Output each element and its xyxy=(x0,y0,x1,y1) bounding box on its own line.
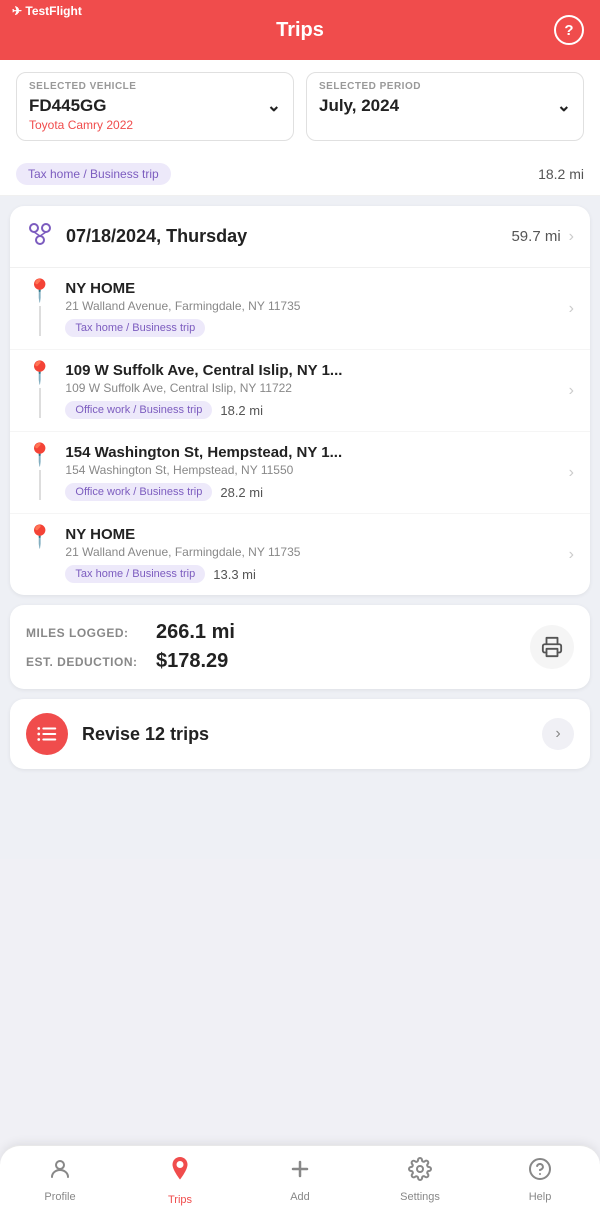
print-button[interactable] xyxy=(530,625,574,669)
nav-item-trips[interactable]: Trips xyxy=(150,1154,210,1206)
trip-content-3: NY HOME 21 Walland Avenue, Farmingdale, … xyxy=(65,526,560,583)
trip-tags-2: Office work / Business trip 28.2 mi xyxy=(65,483,560,501)
revise-chevron-icon: › xyxy=(542,718,574,750)
add-icon xyxy=(288,1157,312,1187)
trip-address-1: 109 W Suffolk Ave, Central Islip, NY 117… xyxy=(65,381,560,395)
trip-name-3: NY HOME xyxy=(65,526,560,543)
trip-tags-0: Tax home / Business trip xyxy=(65,319,560,337)
nav-label-trips: Trips xyxy=(168,1194,192,1206)
day-section: 07/18/2024, Thursday 59.7 mi › 📍 NY HOME… xyxy=(10,206,590,595)
trip-content-1: 109 W Suffolk Ave, Central Islip, NY 1..… xyxy=(65,362,560,419)
trip-address-2: 154 Washington St, Hempstead, NY 11550 xyxy=(65,463,560,477)
vehicle-chevron-icon: ⌄ xyxy=(267,96,281,116)
trip-chevron-3: › xyxy=(569,546,574,564)
nav-item-settings[interactable]: Settings xyxy=(390,1157,450,1203)
trip-line xyxy=(39,306,41,336)
summary-info: MILES LOGGED: 266.1 mi EST. DEDUCTION: $… xyxy=(26,621,530,673)
trip-name-0: NY HOME xyxy=(65,280,560,297)
trip-line-1 xyxy=(39,388,41,418)
vehicle-filter[interactable]: SELECTED VEHICLE FD445GG ⌄ Toyota Camry … xyxy=(16,72,294,141)
trip-name-1: 109 W Suffolk Ave, Central Islip, NY 1..… xyxy=(65,362,560,379)
trip-address-0: 21 Walland Avenue, Farmingdale, NY 11735 xyxy=(65,299,560,313)
period-filter[interactable]: SELECTED PERIOD July, 2024 ⌄ xyxy=(306,72,584,141)
miles-label: MILES LOGGED: xyxy=(26,626,156,640)
deduction-label: EST. DEDUCTION: xyxy=(26,655,156,669)
trip-content-2: 154 Washington St, Hempstead, NY 1... 15… xyxy=(65,444,560,501)
help-nav-icon xyxy=(528,1157,552,1187)
day-total-miles: 59.7 mi xyxy=(511,228,560,245)
vehicle-filter-sub: Toyota Camry 2022 xyxy=(29,118,281,132)
main-content: Tax home / Business trip 18.2 mi 07/18/2… xyxy=(0,153,600,859)
trip-content-0: NY HOME 21 Walland Avenue, Farmingdale, … xyxy=(65,280,560,337)
period-filter-label: SELECTED PERIOD xyxy=(319,81,571,92)
trips-icon xyxy=(165,1154,195,1190)
nav-item-profile[interactable]: Profile xyxy=(30,1157,90,1203)
partial-trip-miles: 18.2 mi xyxy=(538,166,584,182)
filters-bar: SELECTED VEHICLE FD445GG ⌄ Toyota Camry … xyxy=(0,60,600,153)
revise-label: Revise 12 trips xyxy=(82,724,542,745)
deduction-row: EST. DEDUCTION: $178.29 xyxy=(26,650,530,673)
pin-icon-1: 📍 xyxy=(26,362,53,384)
day-chevron-icon: › xyxy=(569,228,574,246)
trip-tags-3: Tax home / Business trip 13.3 mi xyxy=(65,565,560,583)
trip-miles-1: 18.2 mi xyxy=(220,403,263,418)
pin-icon: 📍 xyxy=(26,280,53,302)
nav-label-profile: Profile xyxy=(44,1191,75,1203)
help-button[interactable]: ? xyxy=(554,15,584,45)
trip-item-1[interactable]: 📍 109 W Suffolk Ave, Central Islip, NY 1… xyxy=(10,350,590,432)
trip-item-2[interactable]: 📍 154 Washington St, Hempstead, NY 1... … xyxy=(10,432,590,514)
trip-address-3: 21 Walland Avenue, Farmingdale, NY 11735 xyxy=(65,545,560,559)
partial-trip-row: Tax home / Business trip 18.2 mi xyxy=(0,153,600,196)
deduction-value: $178.29 xyxy=(156,650,228,673)
trip-chevron-0: › xyxy=(569,300,574,318)
trip-miles-3: 13.3 mi xyxy=(213,567,256,582)
settings-icon xyxy=(408,1157,432,1187)
nav-label-help: Help xyxy=(529,1191,552,1203)
trip-line-2 xyxy=(39,470,41,500)
app-header: ✈ TestFlight Trips ? xyxy=(0,0,600,60)
miles-row: MILES LOGGED: 266.1 mi xyxy=(26,621,530,644)
trip-left-indicator: 📍 xyxy=(26,280,53,336)
day-date: 07/18/2024, Thursday xyxy=(66,226,511,247)
period-chevron-icon: ⌄ xyxy=(557,96,571,116)
trip-badge-0: Tax home / Business trip xyxy=(65,319,205,337)
vehicle-filter-value: FD445GG xyxy=(29,96,106,116)
partial-trip-badge: Tax home / Business trip xyxy=(16,163,171,185)
trip-chevron-2: › xyxy=(569,464,574,482)
trip-chevron-1: › xyxy=(569,382,574,400)
trip-miles-2: 28.2 mi xyxy=(220,485,263,500)
revise-section[interactable]: Revise 12 trips › xyxy=(10,699,590,769)
trip-left-indicator-2: 📍 xyxy=(26,444,53,500)
nav-item-help[interactable]: Help xyxy=(510,1157,570,1203)
nav-item-add[interactable]: Add xyxy=(270,1157,330,1203)
route-icon xyxy=(26,220,54,253)
trip-tags-1: Office work / Business trip 18.2 mi xyxy=(65,401,560,419)
trip-badge-3: Tax home / Business trip xyxy=(65,565,205,583)
pin-icon-3: 📍 xyxy=(26,526,53,548)
nav-label-add: Add xyxy=(290,1191,310,1203)
vehicle-filter-label: SELECTED VEHICLE xyxy=(29,81,281,92)
day-header[interactable]: 07/18/2024, Thursday 59.7 mi › xyxy=(10,206,590,268)
profile-icon xyxy=(48,1157,72,1187)
trip-item-0[interactable]: 📍 NY HOME 21 Walland Avenue, Farmingdale… xyxy=(10,268,590,350)
period-filter-value: July, 2024 xyxy=(319,96,399,116)
trip-badge-1: Office work / Business trip xyxy=(65,401,212,419)
bottom-navigation: Profile Trips Add Settings xyxy=(0,1145,600,1218)
trip-item-3[interactable]: 📍 NY HOME 21 Walland Avenue, Farmingdale… xyxy=(10,514,590,595)
summary-section: MILES LOGGED: 266.1 mi EST. DEDUCTION: $… xyxy=(10,605,590,689)
testflight-badge: ✈ TestFlight xyxy=(12,4,82,18)
page-title: Trips xyxy=(276,19,324,42)
trip-name-2: 154 Washington St, Hempstead, NY 1... xyxy=(65,444,560,461)
trip-left-indicator-3: 📍 xyxy=(26,526,53,548)
miles-value: 266.1 mi xyxy=(156,621,235,644)
trip-badge-2: Office work / Business trip xyxy=(65,483,212,501)
pin-icon-2: 📍 xyxy=(26,444,53,466)
nav-label-settings: Settings xyxy=(400,1191,440,1203)
trip-left-indicator-1: 📍 xyxy=(26,362,53,418)
revise-icon xyxy=(26,713,68,755)
